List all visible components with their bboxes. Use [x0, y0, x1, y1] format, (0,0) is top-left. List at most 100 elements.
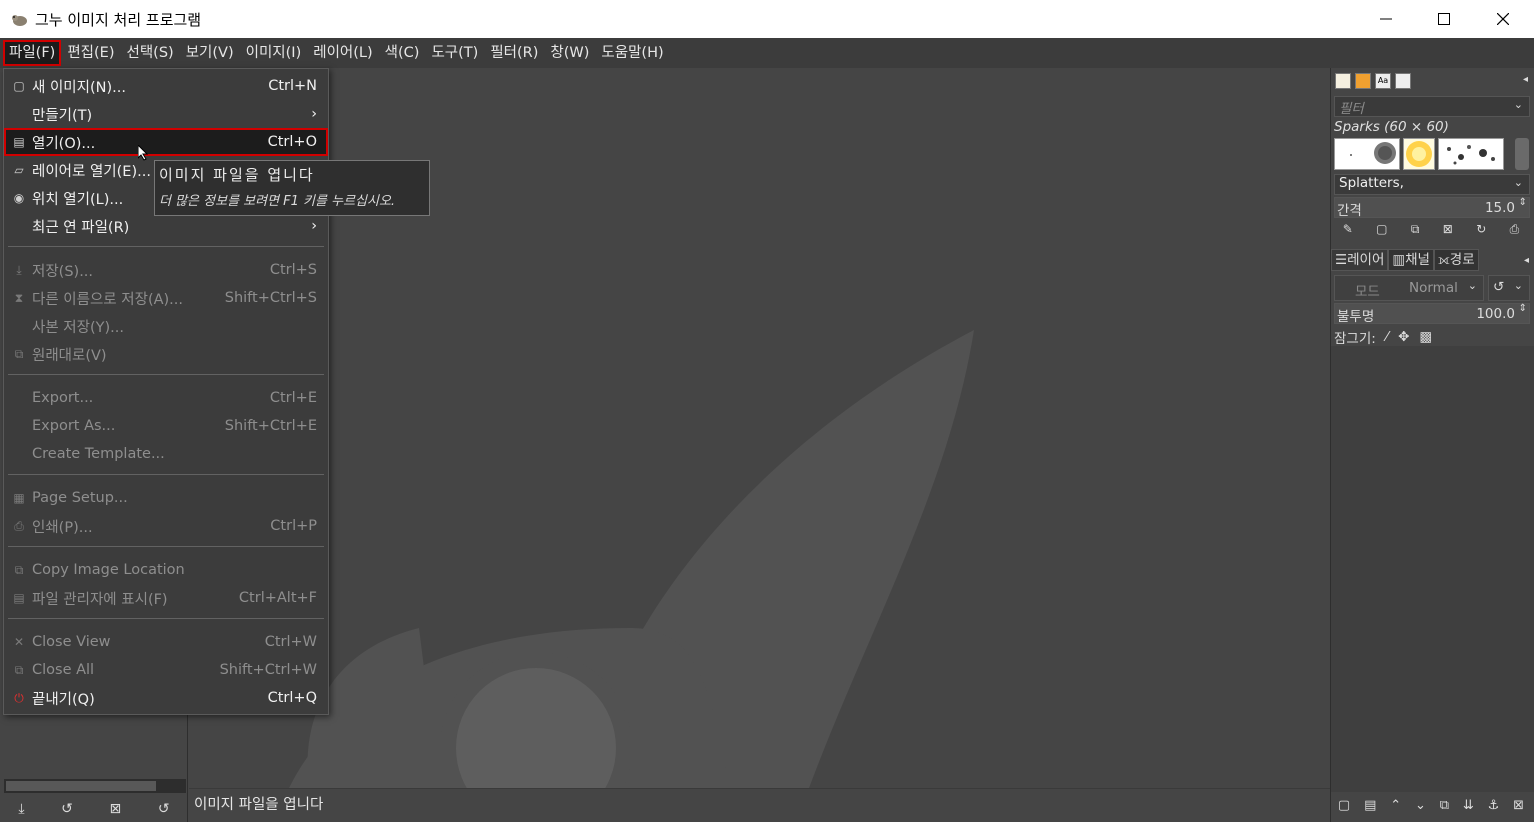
quit-icon: ⏻: [14, 690, 24, 705]
mouse-cursor-icon: [138, 145, 149, 161]
menu-item-save-as[interactable]: ⧗ 다른 이름으로 저장(A)... Shift+Ctrl+S: [4, 284, 328, 312]
brushes-tab-icon[interactable]: [1335, 73, 1351, 89]
menu-separator: [8, 374, 324, 375]
brush-thumb-sparks[interactable]: [1403, 138, 1435, 170]
menu-item-copy-location[interactable]: ⧉ Copy Image Location: [4, 556, 328, 584]
close-button[interactable]: [1474, 0, 1532, 38]
menu-tools[interactable]: 도구(T): [425, 40, 484, 66]
menu-item-close-all[interactable]: ⧉ Close All Shift+Ctrl+W: [4, 656, 328, 684]
save-as-icon: ⧗: [14, 290, 24, 305]
menu-edit[interactable]: 편집(E): [61, 40, 120, 66]
tab-layers[interactable]: ☰레이어: [1331, 249, 1389, 271]
menu-help[interactable]: 도움말(H): [595, 40, 669, 66]
menu-item-shortcut: Shift+Ctrl+E: [224, 418, 317, 434]
lock-pixels-icon[interactable]: ⁄: [1386, 329, 1388, 345]
new-layer-group-icon[interactable]: ▤: [1364, 798, 1376, 813]
menu-image[interactable]: 이미지(I): [240, 40, 308, 66]
brush-name: Sparks (60 × 60): [1334, 119, 1449, 135]
dock-menu-icon[interactable]: ◂: [1524, 255, 1529, 266]
open-as-layers-icon: ▱: [14, 163, 24, 177]
merge-layer-icon[interactable]: ⇊: [1463, 798, 1474, 813]
menu-item-print[interactable]: ⎙ 인쇄(P)... Ctrl+P: [4, 512, 328, 540]
brush-list-scrollbar[interactable]: [1515, 138, 1529, 170]
lock-alpha-icon[interactable]: ▩: [1419, 329, 1432, 345]
lock-position-icon[interactable]: ✥: [1398, 329, 1409, 345]
delete-options-icon[interactable]: ⊠: [110, 801, 122, 817]
brush-to-image-icon[interactable]: ⎙: [1510, 222, 1520, 237]
open-icon: ▤: [13, 135, 25, 149]
opacity-spinner[interactable]: 불투명 100.0 ⇕: [1334, 303, 1530, 325]
gimp-icon: [12, 15, 27, 26]
close-icon: [1497, 13, 1509, 25]
patterns-tab-icon[interactable]: [1355, 73, 1371, 89]
menu-item-recent[interactable]: 최근 연 파일(R) ›: [4, 212, 328, 240]
menu-item-label: Close All: [32, 662, 95, 678]
menu-item-export[interactable]: Export... Ctrl+E: [4, 384, 328, 412]
menu-file[interactable]: 파일(F): [3, 40, 62, 66]
layers-list[interactable]: [1331, 346, 1534, 792]
edit-brush-icon[interactable]: ✎: [1343, 222, 1353, 237]
menu-item-shortcut: Ctrl+W: [264, 634, 317, 650]
document-history-tab-icon[interactable]: [1395, 73, 1411, 89]
new-layer-icon[interactable]: ▢: [1338, 798, 1350, 813]
brush-thumb-splatter[interactable]: [1438, 138, 1504, 170]
save-options-icon[interactable]: ⤓: [18, 801, 24, 817]
lower-layer-icon[interactable]: ⌄: [1415, 798, 1426, 813]
tab-channels[interactable]: ▥채널: [1388, 249, 1434, 271]
anchor-layer-icon[interactable]: ⚓: [1488, 798, 1500, 813]
menu-select[interactable]: 선택(S): [121, 40, 180, 66]
close-view-icon: ✕: [13, 635, 25, 649]
tooltip: 이미지 파일을 엽니다 더 많은 정보를 보려면 F1 키를 누르십시오.: [154, 160, 430, 216]
menu-item-label: 새 이미지(N)...: [32, 79, 126, 96]
scrollbar-thumb[interactable]: [6, 781, 156, 791]
menu-item-label: Close View: [32, 634, 111, 650]
menu-item-close-view[interactable]: ✕ Close View Ctrl+W: [4, 628, 328, 656]
menu-item-new-image[interactable]: ▢ 새 이미지(N)... Ctrl+N: [4, 72, 328, 100]
brush-tag-select[interactable]: Splatters, ⌄: [1334, 174, 1530, 195]
menu-item-save[interactable]: ⤓ 저장(S)... Ctrl+S: [4, 256, 328, 284]
duplicate-layer-icon[interactable]: ⧉: [1440, 798, 1449, 813]
menu-item-revert[interactable]: ⧉ 원래대로(V): [4, 340, 328, 368]
spacing-spinner[interactable]: 간격 15.0 ⇕: [1334, 197, 1530, 219]
menu-item-shortcut: Ctrl+E: [269, 390, 317, 406]
menu-item-create[interactable]: 만들기(T) ›: [4, 100, 328, 128]
minimize-button[interactable]: [1357, 0, 1415, 38]
menu-item-export-as[interactable]: Export As... Shift+Ctrl+E: [4, 412, 328, 440]
menu-item-open[interactable]: ▤ 열기(O)... Ctrl+O: [4, 128, 328, 156]
refresh-brushes-icon[interactable]: ↻: [1476, 222, 1486, 237]
new-brush-icon[interactable]: ▢: [1376, 222, 1387, 237]
raise-layer-icon[interactable]: ⌃: [1390, 798, 1401, 813]
menu-item-save-copy[interactable]: 사본 저장(Y)...: [4, 312, 328, 340]
menu-item-quit[interactable]: ⏻ 끝내기(Q) Ctrl+Q: [4, 684, 328, 712]
restore-options-icon[interactable]: ↺: [61, 801, 73, 817]
maximize-button[interactable]: [1415, 0, 1473, 38]
brush-thumb-1[interactable]: [1334, 138, 1400, 170]
layer-mode-select[interactable]: 모드 Normal ⌄: [1334, 275, 1484, 301]
delete-brush-icon[interactable]: ⊠: [1443, 222, 1453, 237]
toolbox-scrollbar[interactable]: [4, 779, 186, 793]
tab-paths[interactable]: ⟗경로: [1433, 249, 1479, 271]
menu-windows[interactable]: 창(W): [544, 40, 595, 66]
maximize-icon: [1438, 13, 1450, 25]
menu-view[interactable]: 보기(V): [180, 40, 240, 66]
menu-item-label: 인쇄(P)...: [32, 519, 93, 536]
composite-mode-button[interactable]: ↺ ⌄: [1488, 275, 1530, 301]
menu-filters[interactable]: 필터(R): [484, 40, 544, 66]
fonts-tab-icon[interactable]: Aa: [1375, 73, 1391, 89]
chevron-right-icon: ›: [311, 218, 317, 234]
menu-item-show-in-file-manager[interactable]: ▤ 파일 관리자에 표시(F) Ctrl+Alt+F: [4, 584, 328, 612]
menu-item-page-setup[interactable]: ▦ Page Setup...: [4, 484, 328, 512]
save-icon: ⤓: [16, 262, 22, 277]
delete-layer-icon[interactable]: ⊠: [1513, 798, 1524, 813]
reset-options-icon[interactable]: ↺: [158, 801, 170, 817]
menu-item-create-template[interactable]: Create Template...: [4, 440, 328, 468]
composite-mode-icon: ↺: [1493, 279, 1505, 295]
dock-menu-icon[interactable]: ◂: [1523, 74, 1528, 85]
chevron-down-icon: ⌄: [1513, 279, 1523, 292]
brush-filter-select[interactable]: 필터 ⌄: [1334, 96, 1530, 117]
filter-placeholder: 필터: [1339, 101, 1364, 117]
menu-colors[interactable]: 색(C): [379, 40, 426, 66]
file-manager-icon: ▤: [13, 591, 25, 605]
duplicate-brush-icon[interactable]: ⧉: [1411, 222, 1420, 237]
menu-layer[interactable]: 레이어(L): [307, 40, 378, 66]
